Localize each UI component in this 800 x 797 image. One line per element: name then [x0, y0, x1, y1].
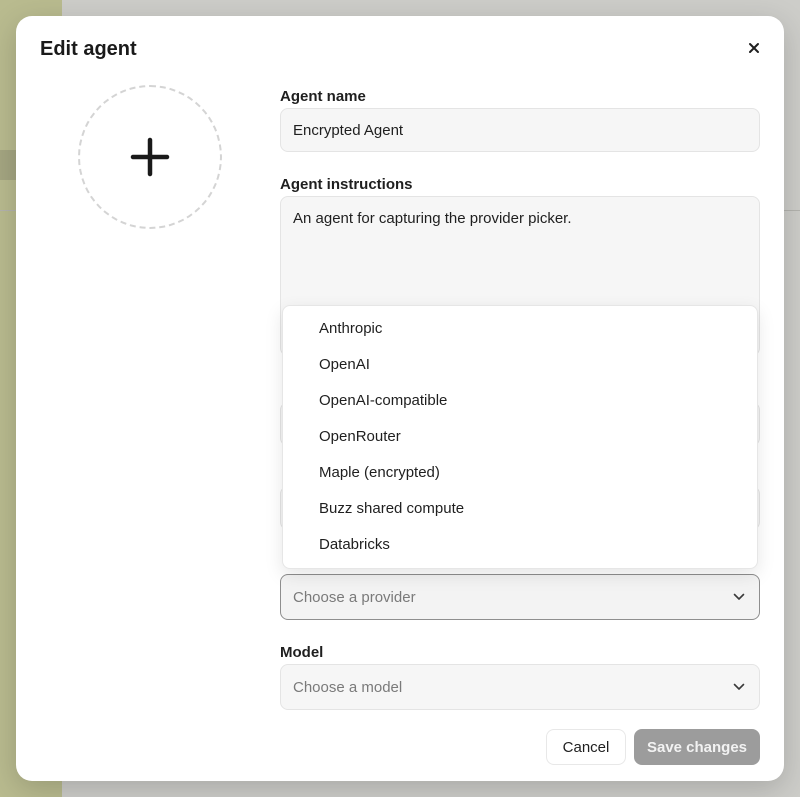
model-select-value: Choose a model — [293, 678, 403, 696]
edit-agent-dialog: Edit agent Agent name Encrypted Agent Ag… — [16, 16, 784, 781]
close-icon — [749, 43, 759, 53]
agent-name-label: Agent name — [280, 88, 366, 105]
close-button[interactable] — [740, 34, 768, 62]
provider-option-openrouter[interactable]: OpenRouter — [283, 418, 757, 454]
provider-select[interactable]: Choose a provider — [280, 574, 760, 620]
cancel-button[interactable]: Cancel — [546, 729, 626, 765]
provider-option-openai-compatible[interactable]: OpenAI-compatible — [283, 382, 757, 418]
provider-option-databricks[interactable]: Databricks — [283, 526, 757, 562]
plus-icon — [130, 137, 170, 177]
provider-dropdown-menu: Anthropic OpenAI OpenAI-compatible OpenR… — [282, 305, 758, 569]
provider-option-openai[interactable]: OpenAI — [283, 346, 757, 382]
provider-select-value: Choose a provider — [293, 588, 416, 606]
provider-option-anthropic[interactable]: Anthropic — [283, 310, 757, 346]
provider-option-maple[interactable]: Maple (encrypted) — [283, 454, 757, 490]
model-label: Model — [280, 644, 324, 661]
model-select[interactable]: Choose a model — [280, 664, 760, 710]
save-changes-button[interactable]: Save changes — [634, 729, 760, 765]
agent-name-input[interactable]: Encrypted Agent — [280, 108, 760, 152]
dialog-title: Edit agent — [40, 38, 137, 60]
agent-instructions-label: Agent instructions — [280, 176, 413, 193]
avatar-upload-button[interactable] — [78, 85, 222, 229]
chevron-down-icon — [733, 593, 745, 600]
provider-option-buzz[interactable]: Buzz shared compute — [283, 490, 757, 526]
chevron-down-icon — [733, 683, 745, 690]
